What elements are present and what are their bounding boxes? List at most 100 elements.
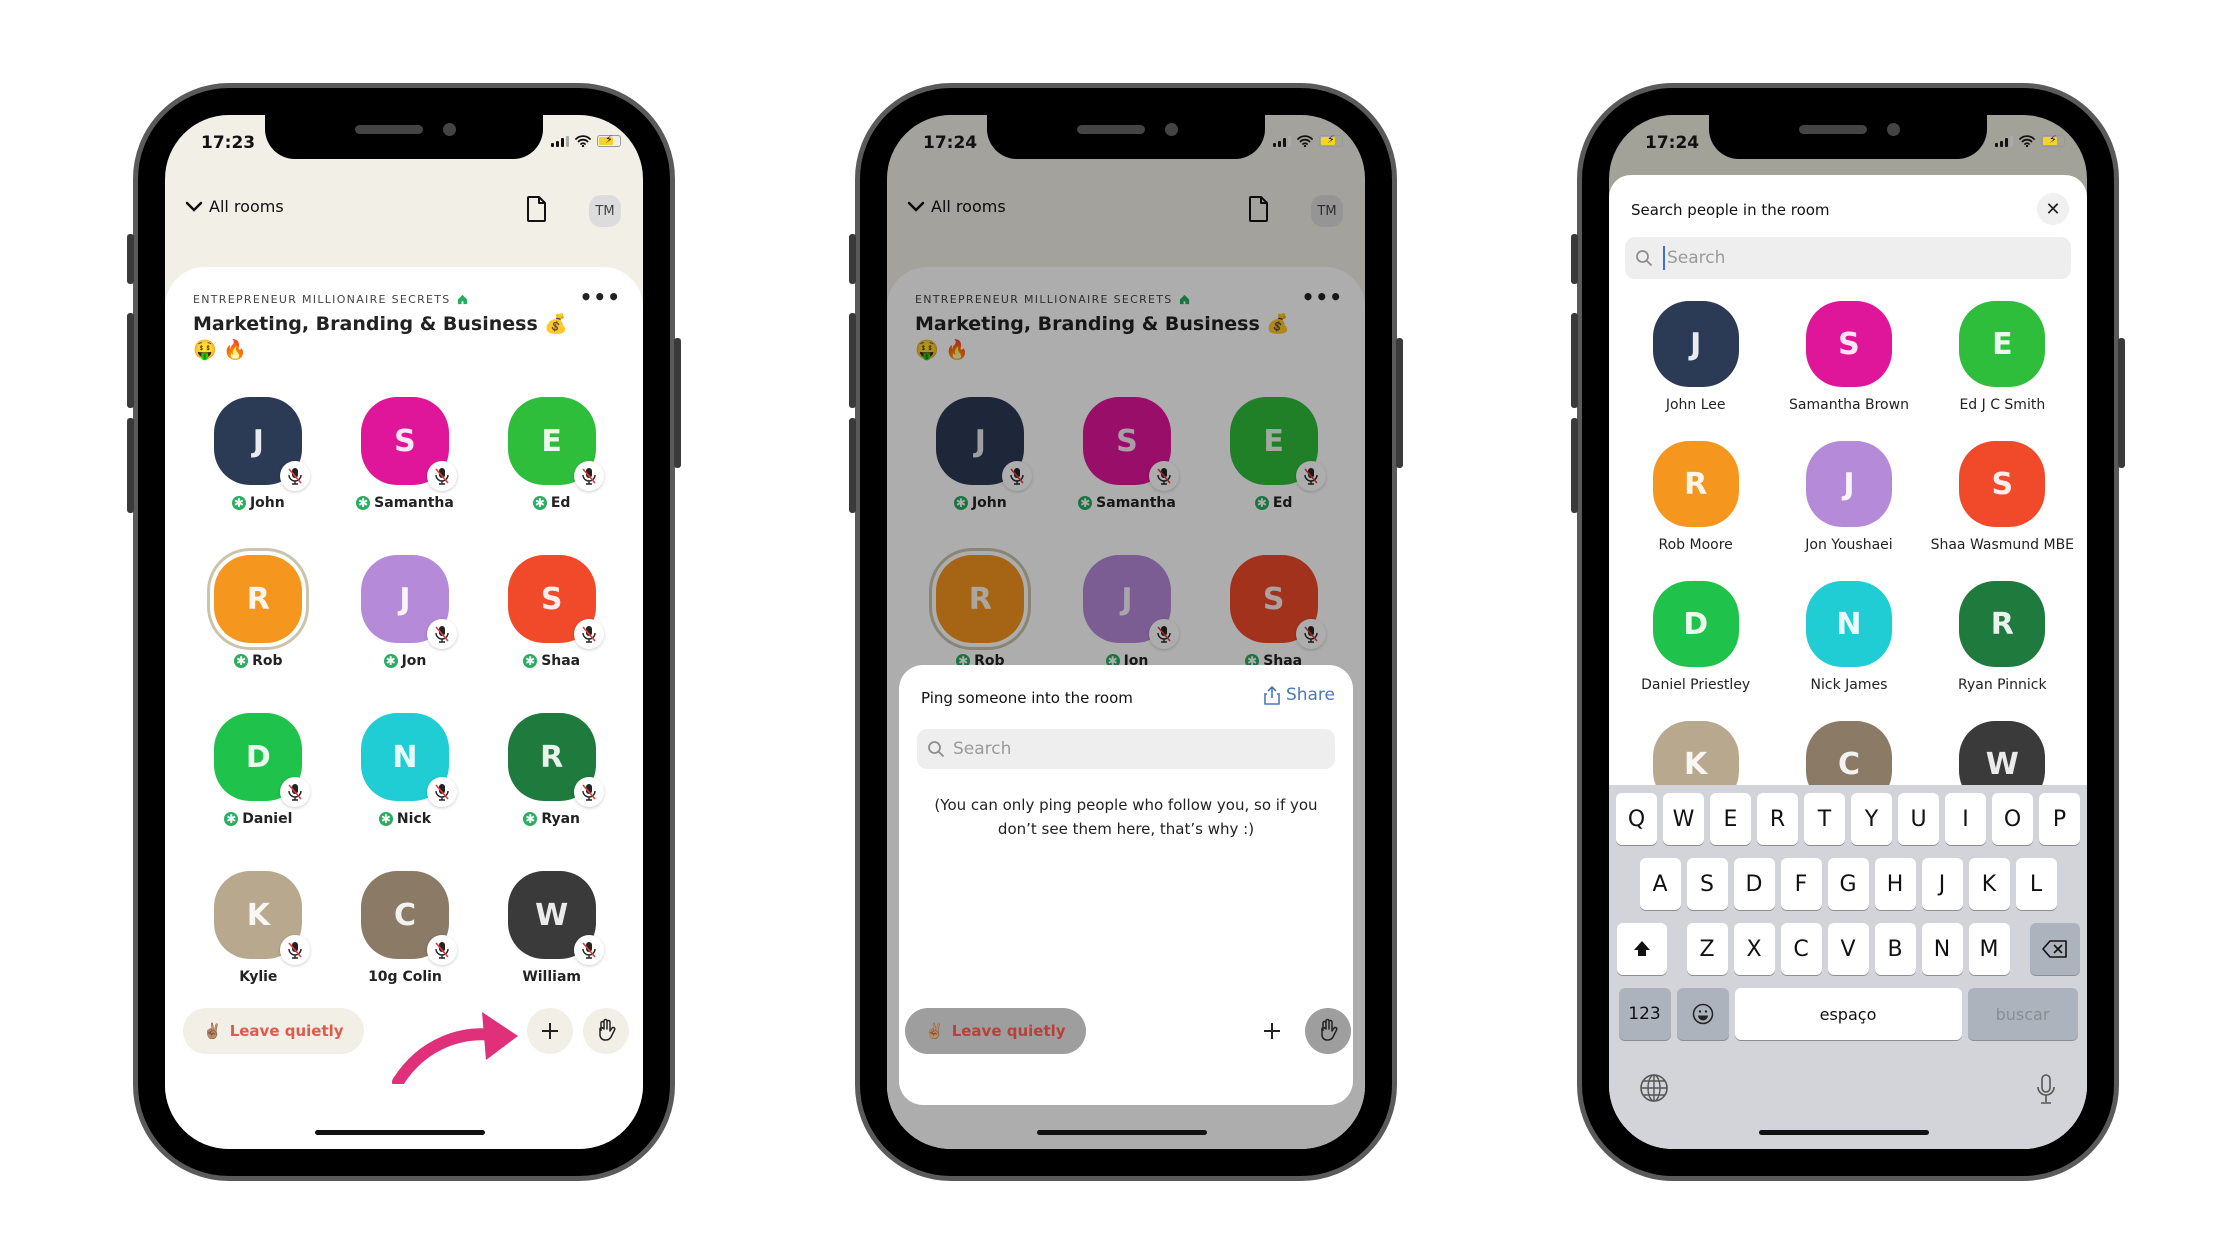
add-person-button[interactable] xyxy=(527,1008,573,1054)
key-k[interactable]: K xyxy=(1968,858,2010,910)
key-e[interactable]: E xyxy=(1710,793,1751,845)
speakers-grid: J ✱ John S ✱ Samantha E ✱ Ed R ✱ Rob J ✱ Jon S ✱ Shaa D ✱ Da… xyxy=(185,397,625,985)
person-result[interactable]: J John Lee xyxy=(1619,301,1772,413)
raise-hand-button[interactable] xyxy=(583,1008,629,1054)
speaker-avatar: J xyxy=(360,555,457,649)
key-o[interactable]: O xyxy=(1992,793,2033,845)
person-name: Daniel Priestley xyxy=(1641,677,1751,693)
key-h[interactable]: H xyxy=(1874,858,1916,910)
key-m[interactable]: M xyxy=(1968,923,2010,975)
person-result[interactable]: S Samantha Brown xyxy=(1772,301,1925,413)
club-name[interactable]: ENTREPRENEUR MILLIONAIRE SECRETS xyxy=(193,293,468,306)
emoji-key[interactable] xyxy=(1676,988,1729,1040)
more-options-icon[interactable]: ••• xyxy=(580,285,621,309)
speaker-name-text: Ed xyxy=(550,495,571,511)
key-x[interactable]: X xyxy=(1733,923,1775,975)
key-w[interactable]: W xyxy=(1663,793,1704,845)
key-v[interactable]: V xyxy=(1827,923,1869,975)
globe-icon[interactable] xyxy=(1639,1073,1669,1103)
notch xyxy=(265,115,543,159)
speaker-tile[interactable]: S ✱ Shaa xyxy=(478,555,625,669)
speaker-name: 10g Colin xyxy=(368,969,442,985)
key-u[interactable]: U xyxy=(1898,793,1939,845)
person-avatar: N xyxy=(1805,581,1892,667)
person-result[interactable]: R Ryan Pinnick xyxy=(1926,581,2079,693)
leave-quietly-button[interactable]: ✌🏽 Leave quietly xyxy=(905,1008,1086,1054)
key-b[interactable]: B xyxy=(1874,923,1916,975)
shift-key[interactable] xyxy=(1616,923,1667,975)
speaker-tile[interactable]: N ✱ Nick xyxy=(332,713,479,827)
document-icon[interactable] xyxy=(526,195,548,223)
person-name: Jon Youshaei xyxy=(1805,537,1893,553)
all-rooms-button[interactable]: All rooms xyxy=(185,197,284,216)
space-key[interactable]: espaço xyxy=(1734,988,1962,1040)
key-t[interactable]: T xyxy=(1804,793,1845,845)
key-g[interactable]: G xyxy=(1827,858,1869,910)
peace-icon: ✌🏽 xyxy=(925,1022,944,1040)
speaker-tile[interactable]: R ✱ Rob xyxy=(185,555,332,669)
text-cursor xyxy=(1663,246,1665,270)
speaker-tile[interactable]: R ✱ Ryan xyxy=(478,713,625,827)
screen: 17:24 ⚡ Search people in the room ✕ Sear… xyxy=(1609,115,2087,1149)
key-p[interactable]: P xyxy=(2039,793,2080,845)
share-button[interactable]: Share xyxy=(1264,685,1335,705)
person-result[interactable]: D Daniel Priestley xyxy=(1619,581,1772,693)
add-person-button[interactable] xyxy=(1249,1008,1295,1054)
speaker-tile[interactable]: C 10g Colin xyxy=(332,871,479,985)
key-l[interactable]: L xyxy=(2015,858,2057,910)
key-q[interactable]: Q xyxy=(1616,793,1657,845)
ping-note: (You can only ping people who follow you… xyxy=(934,796,1318,838)
key-r[interactable]: R xyxy=(1757,793,1798,845)
people-search-input[interactable]: Search xyxy=(1625,237,2071,279)
ping-search-input[interactable]: Search xyxy=(917,729,1335,769)
person-name: Shaa Wasmund MBE xyxy=(1930,537,2075,553)
key-i[interactable]: I xyxy=(1945,793,1986,845)
raise-hand-button[interactable] xyxy=(1305,1008,1351,1054)
share-icon xyxy=(1264,685,1280,705)
search-return-key[interactable]: buscar xyxy=(1967,988,2078,1040)
speaker-tile[interactable]: K Kylie xyxy=(185,871,332,985)
key-c[interactable]: C xyxy=(1780,923,1822,975)
signal-icon xyxy=(1995,135,2013,147)
key-y[interactable]: Y xyxy=(1851,793,1892,845)
person-result[interactable]: S Shaa Wasmund MBE xyxy=(1926,441,2079,553)
speaker-tile[interactable]: S ✱ Samantha xyxy=(332,397,479,511)
close-button[interactable]: ✕ xyxy=(2037,193,2069,225)
speaker-tile[interactable]: D ✱ Daniel xyxy=(185,713,332,827)
delete-key[interactable] xyxy=(2029,923,2080,975)
speaker-name-text: Daniel xyxy=(242,811,293,827)
person-result[interactable]: E Ed J C Smith xyxy=(1926,301,2079,413)
muted-mic-icon xyxy=(280,461,311,491)
speaker-name-text: Nick xyxy=(396,811,432,827)
key-d[interactable]: D xyxy=(1733,858,1775,910)
numbers-key[interactable]: 123 xyxy=(1618,988,1671,1040)
person-result[interactable]: N Nick James xyxy=(1772,581,1925,693)
home-indicator xyxy=(1037,1130,1207,1135)
key-n[interactable]: N xyxy=(1921,923,1963,975)
person-avatar: S xyxy=(1805,301,1892,387)
person-result[interactable]: J Jon Youshaei xyxy=(1772,441,1925,553)
profile-avatar[interactable]: TM xyxy=(589,195,621,227)
key-a[interactable]: A xyxy=(1639,858,1681,910)
screen: 17:24 ⚡ All rooms TM ENTREPRENEUR MILLIO… xyxy=(887,115,1365,1149)
speaker-name-text: William xyxy=(522,969,581,985)
speaker-avatar: S xyxy=(360,397,457,491)
person-result[interactable]: R Rob Moore xyxy=(1619,441,1772,553)
battery-icon: ⚡ xyxy=(597,133,621,147)
speaker-tile[interactable]: E ✱ Ed xyxy=(478,397,625,511)
person-name: Ryan Pinnick xyxy=(1958,677,2047,693)
key-s[interactable]: S xyxy=(1686,858,1728,910)
speaker-tile[interactable]: W William xyxy=(478,871,625,985)
key-j[interactable]: J xyxy=(1921,858,1963,910)
key-z[interactable]: Z xyxy=(1686,923,1728,975)
key-f[interactable]: F xyxy=(1780,858,1822,910)
status-time: 17:24 xyxy=(923,133,978,153)
speaker-tile[interactable]: J ✱ Jon xyxy=(332,555,479,669)
leave-quietly-button[interactable]: ✌🏽 Leave quietly xyxy=(183,1008,364,1054)
shift-icon xyxy=(1633,941,1650,956)
speaker-avatar: N xyxy=(360,713,457,807)
microphone-icon[interactable] xyxy=(2035,1073,2057,1105)
hand-icon xyxy=(1321,1018,1338,1041)
speaker-tile[interactable]: J ✱ John xyxy=(185,397,332,511)
person-avatar: E xyxy=(1959,301,2046,387)
